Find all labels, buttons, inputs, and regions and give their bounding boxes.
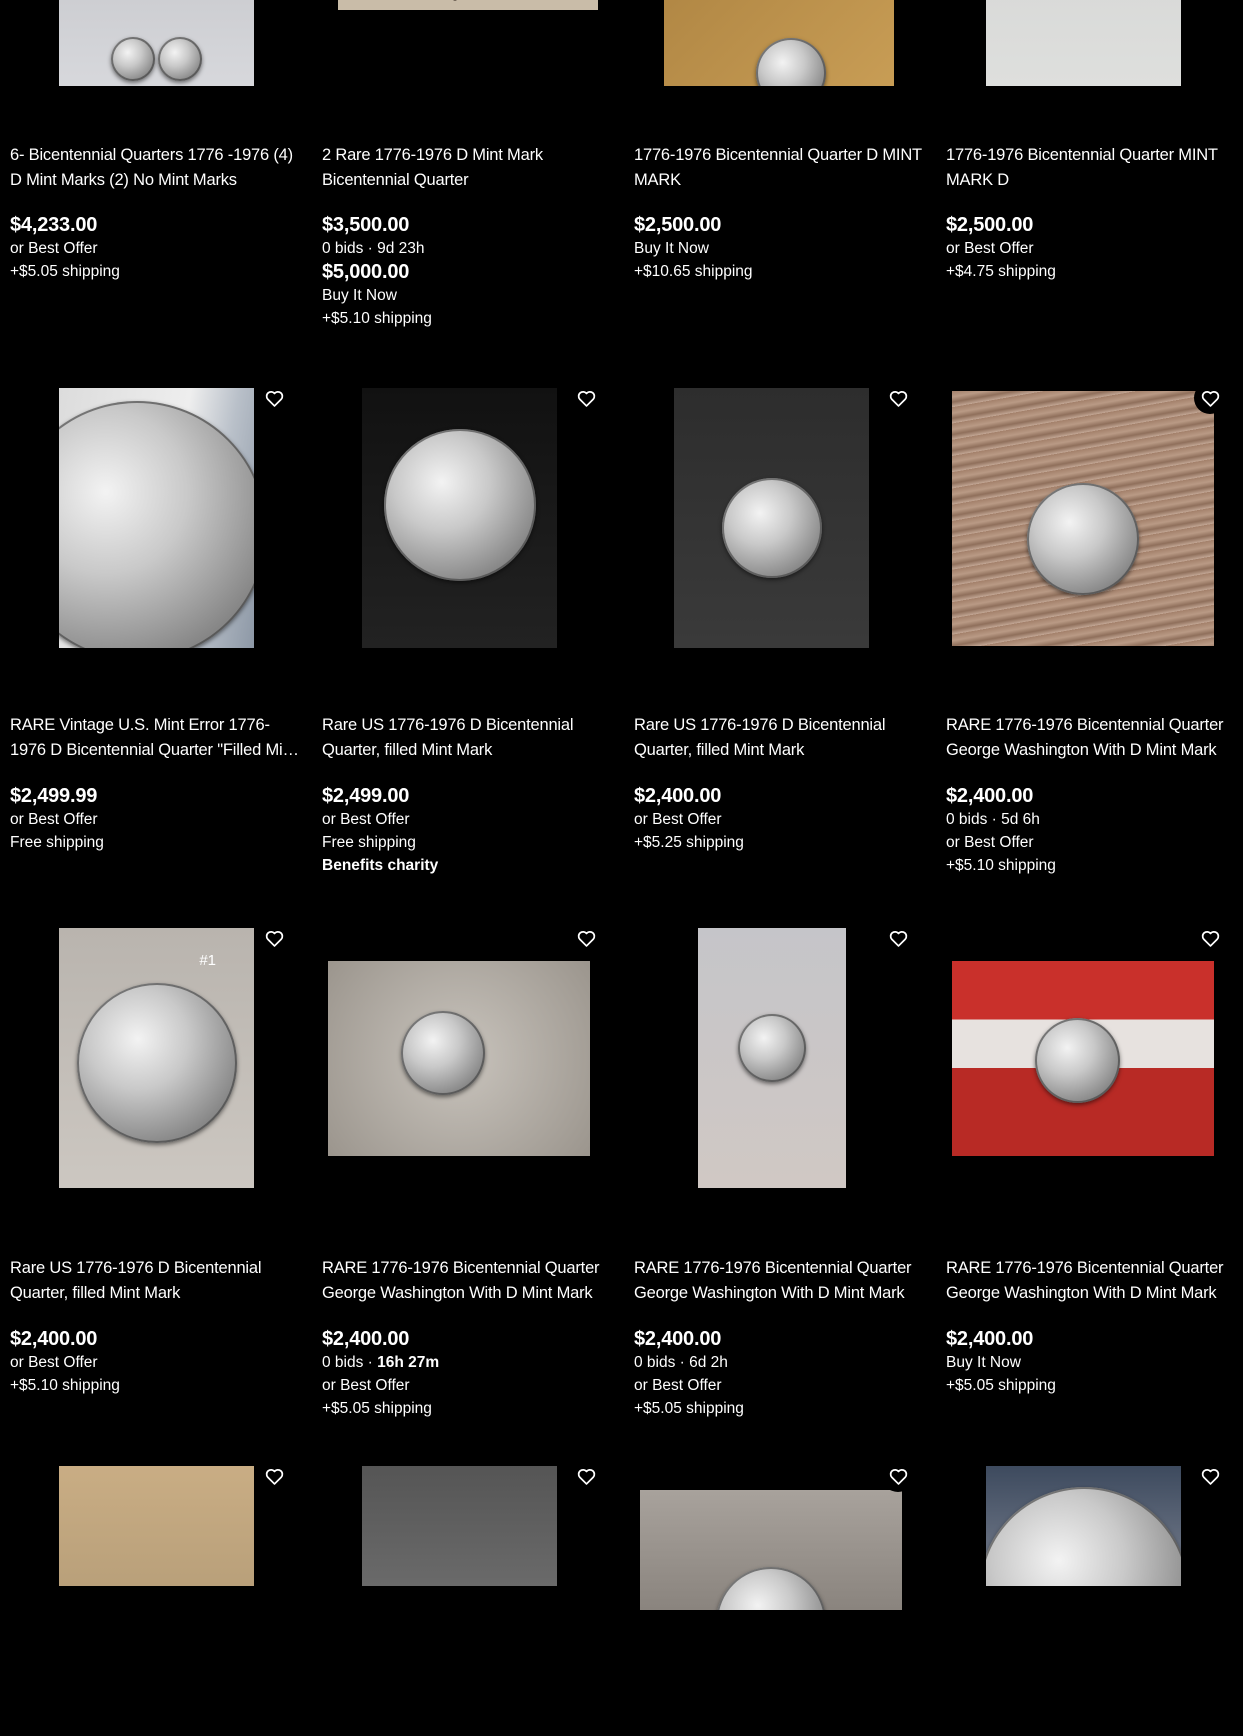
- listing-card[interactable]: [312, 0, 612, 1586]
- listing-card[interactable]: [624, 0, 924, 1610]
- search-results-grid: 6- Bicentennial Quarters 1776 -1976 (4) …: [0, 0, 1243, 1610]
- listing-photo: [640, 1490, 902, 1610]
- watchlist-heart-icon[interactable]: [570, 1460, 602, 1492]
- listing-card[interactable]: [0, 0, 300, 1586]
- watchlist-heart-icon[interactable]: [1194, 1460, 1226, 1492]
- listing-image-link[interactable]: [0, 1466, 295, 1736]
- watchlist-heart-icon[interactable]: [882, 1460, 914, 1492]
- listing-card[interactable]: [936, 0, 1236, 1586]
- coin-image: [716, 1567, 826, 1610]
- watchlist-heart-icon[interactable]: [258, 1460, 290, 1492]
- coin-image: [986, 1486, 1181, 1586]
- listing-photo: [986, 1466, 1181, 1586]
- listing-image-link[interactable]: [312, 1466, 607, 1736]
- listing-photo: [362, 1466, 557, 1586]
- listing-image-link[interactable]: [624, 1460, 919, 1736]
- listing-image-link[interactable]: [936, 1466, 1231, 1736]
- listing-photo: [59, 1466, 254, 1586]
